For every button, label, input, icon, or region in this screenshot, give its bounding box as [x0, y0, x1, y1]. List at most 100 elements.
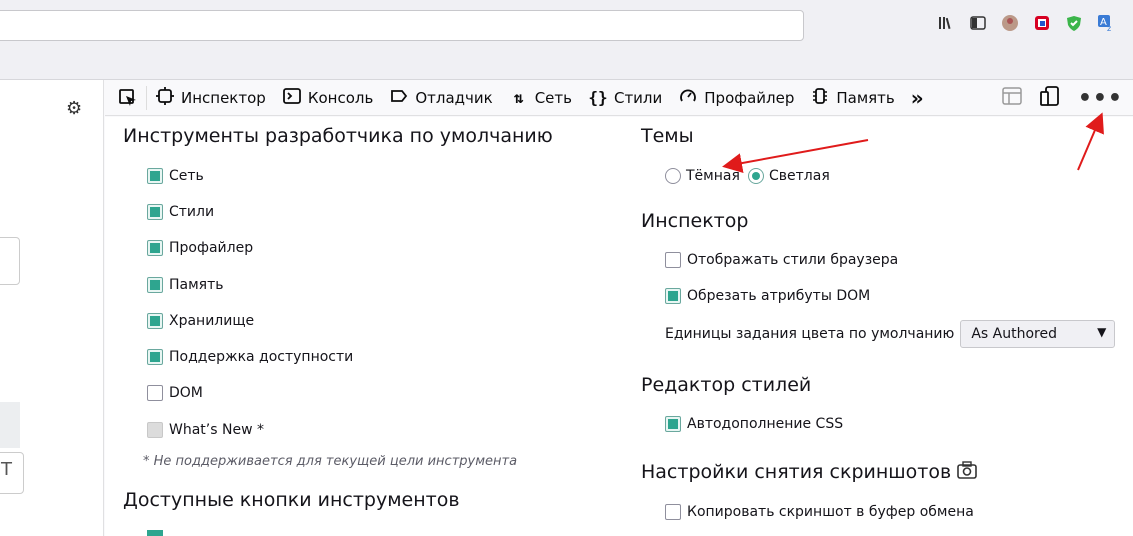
tool-option-dom[interactable]: DOM	[147, 385, 203, 401]
tool-option-whats-new: What’s New *	[147, 422, 264, 438]
page-element	[0, 237, 20, 285]
tab-label: Отладчик	[415, 88, 493, 107]
tab-label: Сеть	[534, 88, 572, 107]
gear-icon[interactable]: ⚙	[66, 98, 82, 119]
memory-chip-icon	[810, 87, 830, 109]
checkbox-disabled	[147, 422, 163, 438]
browser-chrome: Az	[0, 0, 1133, 80]
tab-styles[interactable]: {} Стили	[580, 80, 670, 116]
available-buttons-heading: Доступные кнопки инструментов	[123, 489, 460, 511]
tab-network[interactable]: ⇅ Сеть	[501, 80, 580, 116]
screenshot-heading-row: Настройки снятия скриншотов	[641, 461, 977, 483]
autocomplete-css-option[interactable]: Автодополнение CSS	[665, 416, 843, 432]
tab-label: Память	[836, 88, 895, 107]
option-label: What’s New *	[169, 422, 264, 438]
url-bar[interactable]	[0, 10, 804, 41]
screenshot-heading: Настройки снятия скриншотов	[641, 461, 952, 483]
shield-icon[interactable]	[1065, 14, 1083, 32]
responsive-design-icon[interactable]	[1039, 85, 1060, 111]
camera-icon	[957, 461, 977, 483]
option-label: Хранилище	[169, 313, 255, 329]
tool-option-profiler[interactable]: Профайлер	[147, 240, 253, 256]
picker-icon	[118, 88, 136, 106]
tool-option-accessibility[interactable]: Поддержка доступности	[147, 349, 353, 365]
console-icon	[282, 87, 302, 109]
web-page-area: ⚙ T	[0, 80, 104, 536]
tab-inspector[interactable]: Инспектор	[147, 80, 274, 116]
braces-icon: {}	[588, 88, 608, 107]
truncate-dom-option[interactable]: Обрезать атрибуты DOM	[665, 288, 870, 304]
pocket-icon[interactable]	[1033, 14, 1051, 32]
option-label: Копировать скриншот в буфер обмена	[687, 504, 974, 520]
translate-icon[interactable]: Az	[1097, 14, 1115, 33]
tool-option-storage[interactable]: Хранилище	[147, 313, 254, 329]
radio[interactable]	[748, 168, 764, 184]
page-element: T	[0, 452, 24, 494]
debugger-icon	[389, 87, 409, 109]
toolbar-right-controls: •••	[1002, 80, 1123, 116]
option-label: Автодополнение CSS	[687, 416, 844, 432]
tab-profiler[interactable]: Профайлер	[670, 80, 802, 116]
option-label: Профайлер	[169, 240, 254, 256]
devtools-settings-panel: Инструменты разработчика по умолчанию Се…	[105, 117, 1133, 536]
show-browser-styles-option[interactable]: Отображать стили браузера	[665, 252, 898, 268]
tool-option-styles[interactable]: Стили	[147, 204, 214, 220]
element-picker-button[interactable]	[109, 85, 147, 110]
checkbox[interactable]	[147, 204, 163, 220]
copy-screenshot-option[interactable]: Копировать скриншот в буфер обмена	[665, 504, 974, 520]
library-icon[interactable]	[937, 14, 955, 32]
tool-option-network[interactable]: Сеть	[147, 168, 204, 184]
color-units-row: Единицы задания цвета по умолчанию As Au…	[665, 320, 1116, 348]
checkbox[interactable]	[147, 349, 163, 365]
theme-dark-option[interactable]: Тёмная	[665, 168, 740, 184]
network-icon: ⇅	[513, 88, 524, 107]
checkbox[interactable]	[665, 288, 681, 304]
gauge-icon	[678, 87, 698, 109]
sidebar-icon[interactable]	[969, 14, 987, 32]
browser-toolbar-icons: Az	[937, 14, 1115, 33]
more-options-icon[interactable]: •••	[1078, 86, 1123, 111]
option-label: Поддержка доступности	[169, 349, 354, 365]
page-element	[0, 402, 20, 448]
option-label: Тёмная	[686, 168, 740, 184]
select-value: As Authored	[971, 326, 1057, 342]
checkbox[interactable]	[147, 530, 163, 536]
split-console-icon[interactable]	[1002, 86, 1022, 111]
checkbox[interactable]	[147, 385, 163, 401]
svg-text:z: z	[1107, 24, 1111, 32]
checkbox[interactable]	[147, 313, 163, 329]
checkbox[interactable]	[147, 240, 163, 256]
tab-debugger[interactable]: Отладчик	[381, 80, 500, 116]
chevron-down-icon: ▼	[1097, 325, 1107, 339]
tab-label: Стили	[613, 88, 663, 107]
checkbox[interactable]	[665, 416, 681, 432]
option-label: Светлая	[769, 168, 830, 184]
tab-label: Профайлер	[704, 88, 795, 107]
checkbox[interactable]	[665, 504, 681, 520]
tab-memory[interactable]: Память	[802, 80, 902, 116]
more-tools-chevron-icon[interactable]: »	[903, 80, 932, 116]
theme-light-option[interactable]: Светлая	[748, 168, 830, 184]
option-label: DOM	[169, 385, 203, 401]
checkbox[interactable]	[147, 168, 163, 184]
devtools-toolbar: Инспектор Консоль Отладчик ⇅ Сеть {} Сти…	[105, 80, 1133, 116]
themes-heading: Темы	[641, 125, 694, 147]
option-label: Обрезать атрибуты DOM	[687, 288, 871, 304]
svg-text:A: A	[1100, 17, 1107, 28]
tab-label: Инспектор	[181, 88, 266, 107]
inspector-heading: Инспектор	[641, 210, 749, 232]
checkbox[interactable]	[147, 277, 163, 293]
option-label: Память	[169, 277, 224, 293]
tab-console[interactable]: Консоль	[274, 80, 382, 116]
avatar-icon[interactable]	[1001, 14, 1019, 32]
tab-label: Консоль	[307, 88, 374, 107]
inspector-icon	[155, 86, 175, 109]
option-label: Сеть	[169, 168, 204, 184]
option-label: Стили	[169, 204, 215, 220]
not-supported-note: * Не поддерживается для текущей цели инс…	[143, 454, 518, 469]
radio[interactable]	[665, 168, 681, 184]
color-units-label: Единицы задания цвета по умолчанию	[665, 326, 955, 342]
tool-option-memory[interactable]: Память	[147, 277, 224, 293]
checkbox[interactable]	[665, 252, 681, 268]
color-units-select[interactable]: As Authored ▼	[960, 320, 1116, 348]
